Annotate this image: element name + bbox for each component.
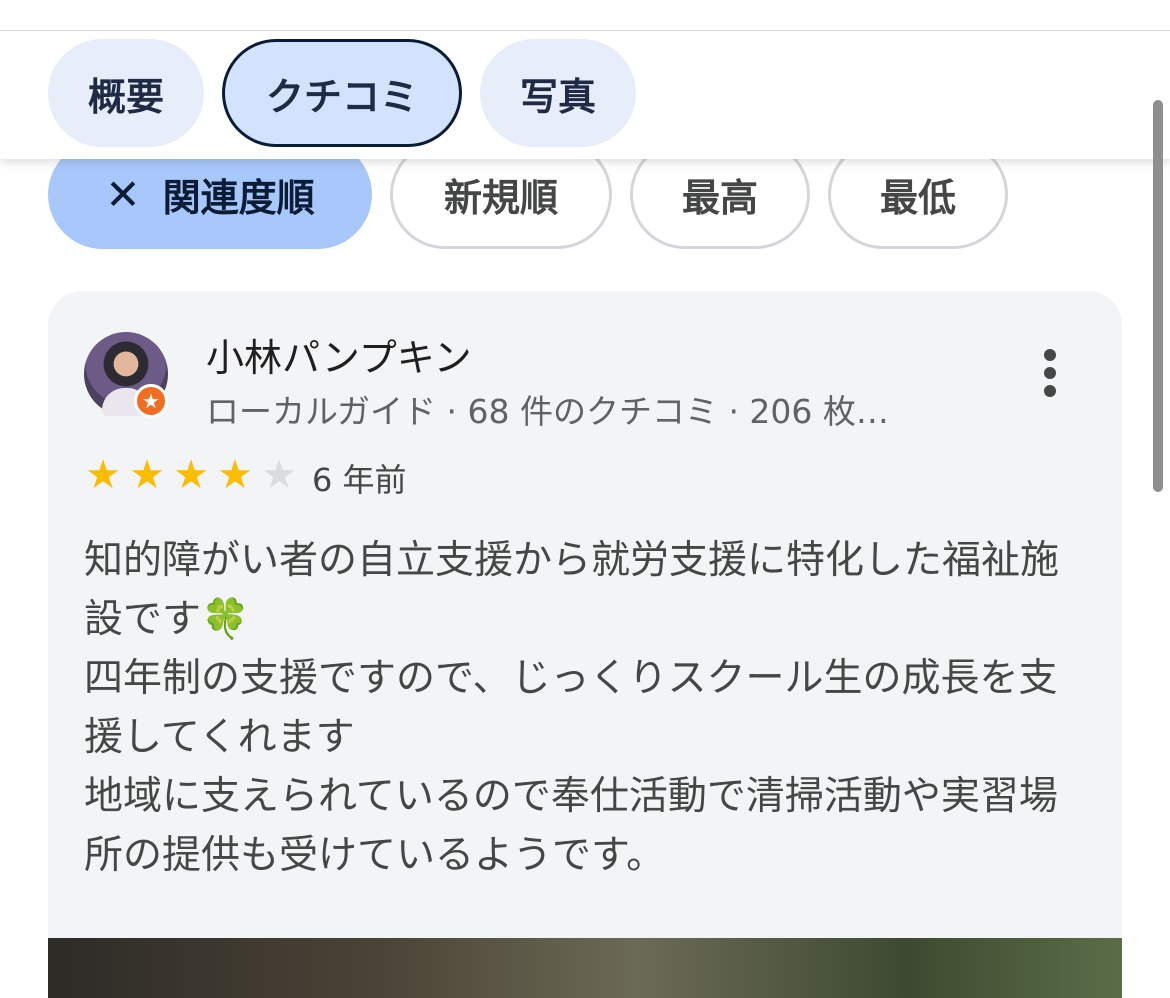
four-leaf-clover-icon: 🍀 <box>201 597 250 642</box>
star-icon: ★ <box>173 452 209 498</box>
star-icon: ★ <box>129 452 165 498</box>
review-photo[interactable] <box>48 938 1122 998</box>
sort-chip-relevance-label: 関連度順 <box>162 176 315 220</box>
more-vert-dot <box>1044 385 1056 397</box>
tab-bar: 概要 クチコミ 写真 <box>0 31 1170 159</box>
author-name[interactable]: 小林パンプキン <box>206 327 472 382</box>
star-icon: ★ <box>217 452 253 498</box>
more-options-button[interactable] <box>1026 343 1074 403</box>
review-date: 6 年前 <box>312 461 407 499</box>
review-text-line-2: 四年制の支援ですので、じっくりスクール生の成長を支援してくれます <box>84 656 1058 760</box>
tab-photos[interactable]: 写真 <box>480 39 636 147</box>
review-text-line-3: 地域に支えられているので奉仕活動で清掃活動や実習場所の提供も受けているようです。 <box>84 774 1058 878</box>
review-card: ★ 小林パンプキン ローカルガイド · 68 件のクチコミ · 206 枚… ★… <box>48 291 1122 998</box>
more-vert-icon <box>1044 349 1056 361</box>
scrollbar[interactable] <box>1153 100 1163 492</box>
star-icon: ★ <box>85 452 121 498</box>
review-text-line: 知的障がい者の自立支援から就労支援に特化した福祉施設です🍀 <box>84 531 1084 649</box>
avatar[interactable]: ★ <box>84 332 168 418</box>
tab-reviews[interactable]: クチコミ <box>222 39 462 147</box>
star-icon: ★ <box>261 452 297 498</box>
more-vert-dot <box>1044 367 1056 379</box>
tab-overview[interactable]: 概要 <box>48 39 204 147</box>
local-guide-star-icon: ★ <box>134 384 168 418</box>
close-icon[interactable]: ✕ <box>105 173 140 216</box>
status-area <box>0 0 1170 31</box>
author-meta: ローカルガイド · 68 件のクチコミ · 206 枚… <box>206 392 889 431</box>
rating-stars: ★ ★ ★ ★ ★ <box>82 453 302 497</box>
review-text: 知的障がい者の自立支援から就労支援に特化した福祉施設です🍀 四年制の支援ですので… <box>84 531 1084 885</box>
